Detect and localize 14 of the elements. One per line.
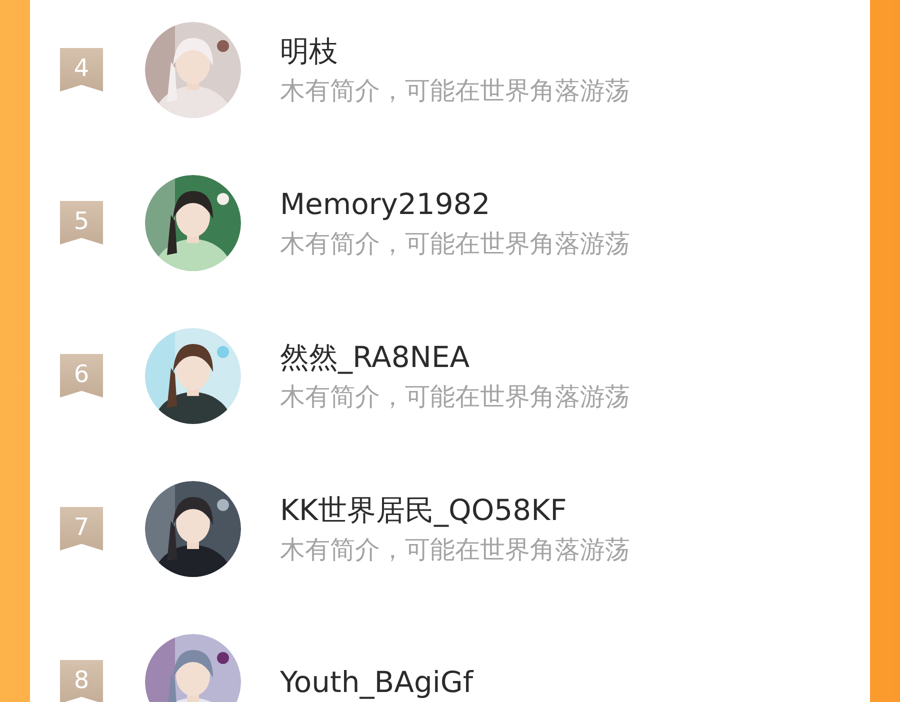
user-name[interactable]: 明枝 [280, 32, 630, 68]
user-name[interactable]: 然然_RA8NEA [280, 338, 630, 374]
rank-badge: 4 [60, 48, 103, 92]
user-name[interactable]: KK世界居民_QO58KF [280, 492, 630, 528]
user-bio: 木有简介，可能在世界角落游荡 [280, 74, 630, 106]
user-name[interactable]: Memory21982 [280, 186, 630, 222]
user-bio: 木有简介，可能在世界角落游荡 [280, 228, 630, 260]
rank-badge: 8 [60, 660, 103, 702]
user-name[interactable]: Youth_BAgiGf [280, 664, 474, 700]
rank-badge: 5 [60, 200, 103, 244]
user-bio: 木有简介，可能在世界角落游荡 [280, 380, 630, 412]
rank-badge: 6 [60, 354, 103, 398]
user-bio: 木有简介，可能在世界角落游荡 [280, 534, 630, 566]
rank-badge: 7 [60, 506, 103, 550]
